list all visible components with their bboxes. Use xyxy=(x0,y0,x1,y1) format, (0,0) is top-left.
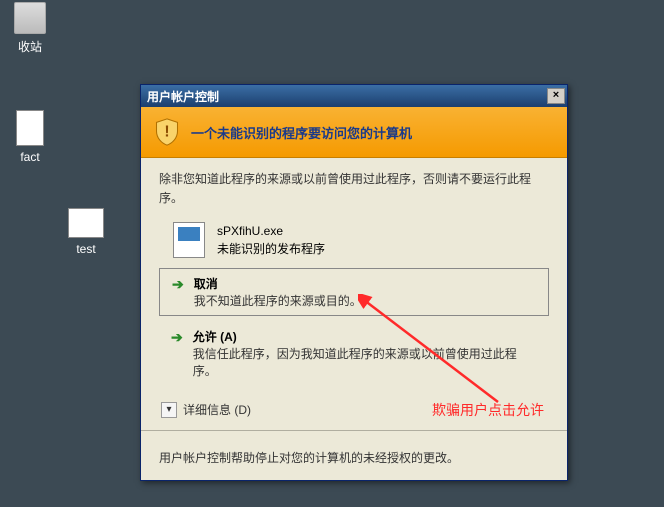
body-text: 除非您知道此程序的来源或以前曾使用过此程序，否则请不要运行此程序。 xyxy=(159,170,549,208)
recycle-bin-icon xyxy=(14,2,46,34)
program-icon xyxy=(173,222,205,258)
dialog-body: 除非您知道此程序的来源或以前曾使用过此程序，否则请不要运行此程序。 sPXfih… xyxy=(141,158,567,439)
cancel-title: 取消 xyxy=(194,275,362,292)
allow-title: 允许 (A) xyxy=(193,328,539,345)
desktop-icon-recycle-bin[interactable]: 收站 xyxy=(0,2,60,55)
allow-option[interactable]: ➔ 允许 (A) 我信任此程序，因为我知道此程序的来源或以前曾使用过此程序。 xyxy=(159,322,549,385)
dialog-title: 用户帐户控制 xyxy=(147,88,547,105)
dialog-banner: ! 一个未能识别的程序要访问您的计算机 xyxy=(141,107,567,158)
program-publisher: 未能识别的发布程序 xyxy=(217,240,325,258)
desktop-icon-test[interactable]: test xyxy=(56,208,116,256)
divider xyxy=(141,430,567,431)
desktop-icon-label: test xyxy=(56,242,116,256)
svg-text:!: ! xyxy=(164,123,169,140)
program-row: sPXfihU.exe 未能识别的发布程序 xyxy=(159,218,549,268)
close-button[interactable]: × xyxy=(547,88,565,104)
arrow-right-icon: ➔ xyxy=(171,329,183,346)
file-icon xyxy=(68,208,104,238)
cancel-desc: 我不知道此程序的来源或目的。 xyxy=(194,292,362,309)
chevron-down-icon: ▾ xyxy=(161,402,177,418)
uac-dialog: 用户帐户控制 × ! 一个未能识别的程序要访问您的计算机 除非您知道此程序的来源… xyxy=(140,84,568,481)
program-name: sPXfihU.exe xyxy=(217,222,325,240)
desktop-icon-fact[interactable]: fact xyxy=(0,110,60,164)
shield-icon: ! xyxy=(153,117,181,147)
annotation-text: 欺骗用户点击允许 xyxy=(432,400,544,420)
banner-text: 一个未能识别的程序要访问您的计算机 xyxy=(191,123,412,142)
file-icon xyxy=(16,110,44,146)
details-label: 详细信息 (D) xyxy=(183,401,251,418)
dialog-titlebar[interactable]: 用户帐户控制 × xyxy=(141,85,567,107)
cancel-option[interactable]: ➔ 取消 我不知道此程序的来源或目的。 xyxy=(159,268,549,316)
desktop-icon-label: 收站 xyxy=(0,38,60,55)
dialog-footer: 用户帐户控制帮助停止对您的计算机的未经授权的更改。 xyxy=(141,439,567,480)
arrow-right-icon: ➔ xyxy=(172,276,184,293)
allow-desc: 我信任此程序，因为我知道此程序的来源或以前曾使用过此程序。 xyxy=(193,345,539,379)
close-icon: × xyxy=(553,89,559,101)
desktop-icon-label: fact xyxy=(0,150,60,164)
